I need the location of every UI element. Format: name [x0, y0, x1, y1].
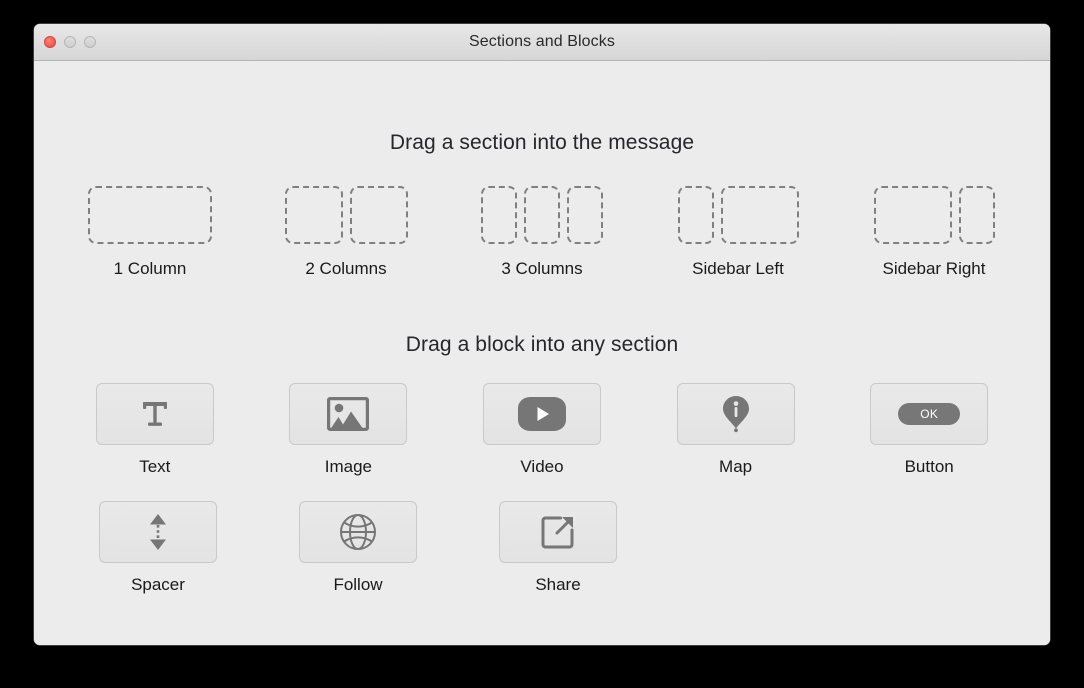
two-columns-icon [284, 183, 408, 247]
block-text[interactable]: Text [58, 383, 252, 477]
dialog-window: Sections and Blocks Drag a section into … [34, 24, 1050, 645]
block-image[interactable]: Image [252, 383, 446, 477]
block-spacer[interactable]: Spacer [58, 501, 258, 595]
sidebar-right-icon [873, 183, 995, 247]
section-label: 3 Columns [501, 259, 583, 278]
globe-icon [339, 513, 377, 551]
video-play-icon [517, 397, 566, 431]
share-arrow-icon [540, 514, 576, 550]
block-share[interactable]: Share [458, 501, 658, 595]
minimize-button[interactable] [64, 36, 76, 48]
dialog-content: Drag a section into the message 1 Column… [34, 61, 1050, 645]
button-icon: OK [898, 403, 961, 425]
image-icon [327, 397, 370, 431]
blocks-row: Spacer Follow Share [58, 501, 1026, 595]
blocks-heading: Drag a block into any section [405, 333, 679, 356]
blocks-row: Text Image Video Map OK Button [58, 383, 1026, 477]
section-template-two-columns[interactable]: 2 Columns [254, 183, 438, 279]
sections-heading: Drag a section into the message [389, 131, 695, 154]
three-columns-icon [481, 183, 603, 247]
blocks-palette: Text Image Video Map OK Button Spacer Fo… [58, 383, 1026, 595]
block-label: Video [520, 457, 564, 476]
spacer-arrows-icon [145, 513, 171, 551]
section-label: Sidebar Right [882, 259, 986, 278]
block-tile[interactable] [676, 383, 795, 445]
block-label: Image [324, 457, 373, 476]
block-label: Follow [333, 575, 383, 594]
maximize-button[interactable] [84, 36, 96, 48]
window-controls [44, 24, 96, 60]
text-icon [138, 397, 172, 431]
block-tile[interactable] [99, 501, 217, 563]
section-label: 2 Columns [305, 259, 387, 278]
block-tile[interactable] [299, 501, 417, 563]
one-column-icon [88, 183, 212, 247]
sections-palette: 1 Column 2 Columns 3 Columns Sidebar Lef… [58, 183, 1026, 279]
section-label: Sidebar Left [692, 259, 784, 278]
block-tile[interactable] [95, 383, 214, 445]
section-template-sidebar-left[interactable]: Sidebar Left [646, 183, 830, 279]
block-label: Map [719, 457, 753, 476]
block-tile[interactable] [289, 383, 408, 445]
section-label: 1 Column [113, 259, 187, 278]
window-title: Sections and Blocks [469, 33, 615, 50]
block-tile[interactable] [499, 501, 617, 563]
section-template-sidebar-right[interactable]: Sidebar Right [842, 183, 1026, 279]
close-button[interactable] [44, 36, 56, 48]
section-template-one-column[interactable]: 1 Column [58, 183, 242, 279]
block-tile[interactable]: OK [870, 383, 989, 445]
sidebar-left-icon [677, 183, 799, 247]
block-tile[interactable] [482, 383, 601, 445]
block-video[interactable]: Video [445, 383, 639, 477]
block-label: Button [904, 457, 954, 476]
block-button[interactable]: OK Button [832, 383, 1026, 477]
map-pin-icon [721, 395, 751, 433]
block-follow[interactable]: Follow [258, 501, 458, 595]
block-map[interactable]: Map [639, 383, 833, 477]
section-template-three-columns[interactable]: 3 Columns [450, 183, 634, 279]
block-label: Share [535, 575, 581, 594]
window-titlebar: Sections and Blocks [34, 24, 1050, 61]
block-label: Text [139, 457, 171, 476]
block-label: Spacer [131, 575, 185, 594]
